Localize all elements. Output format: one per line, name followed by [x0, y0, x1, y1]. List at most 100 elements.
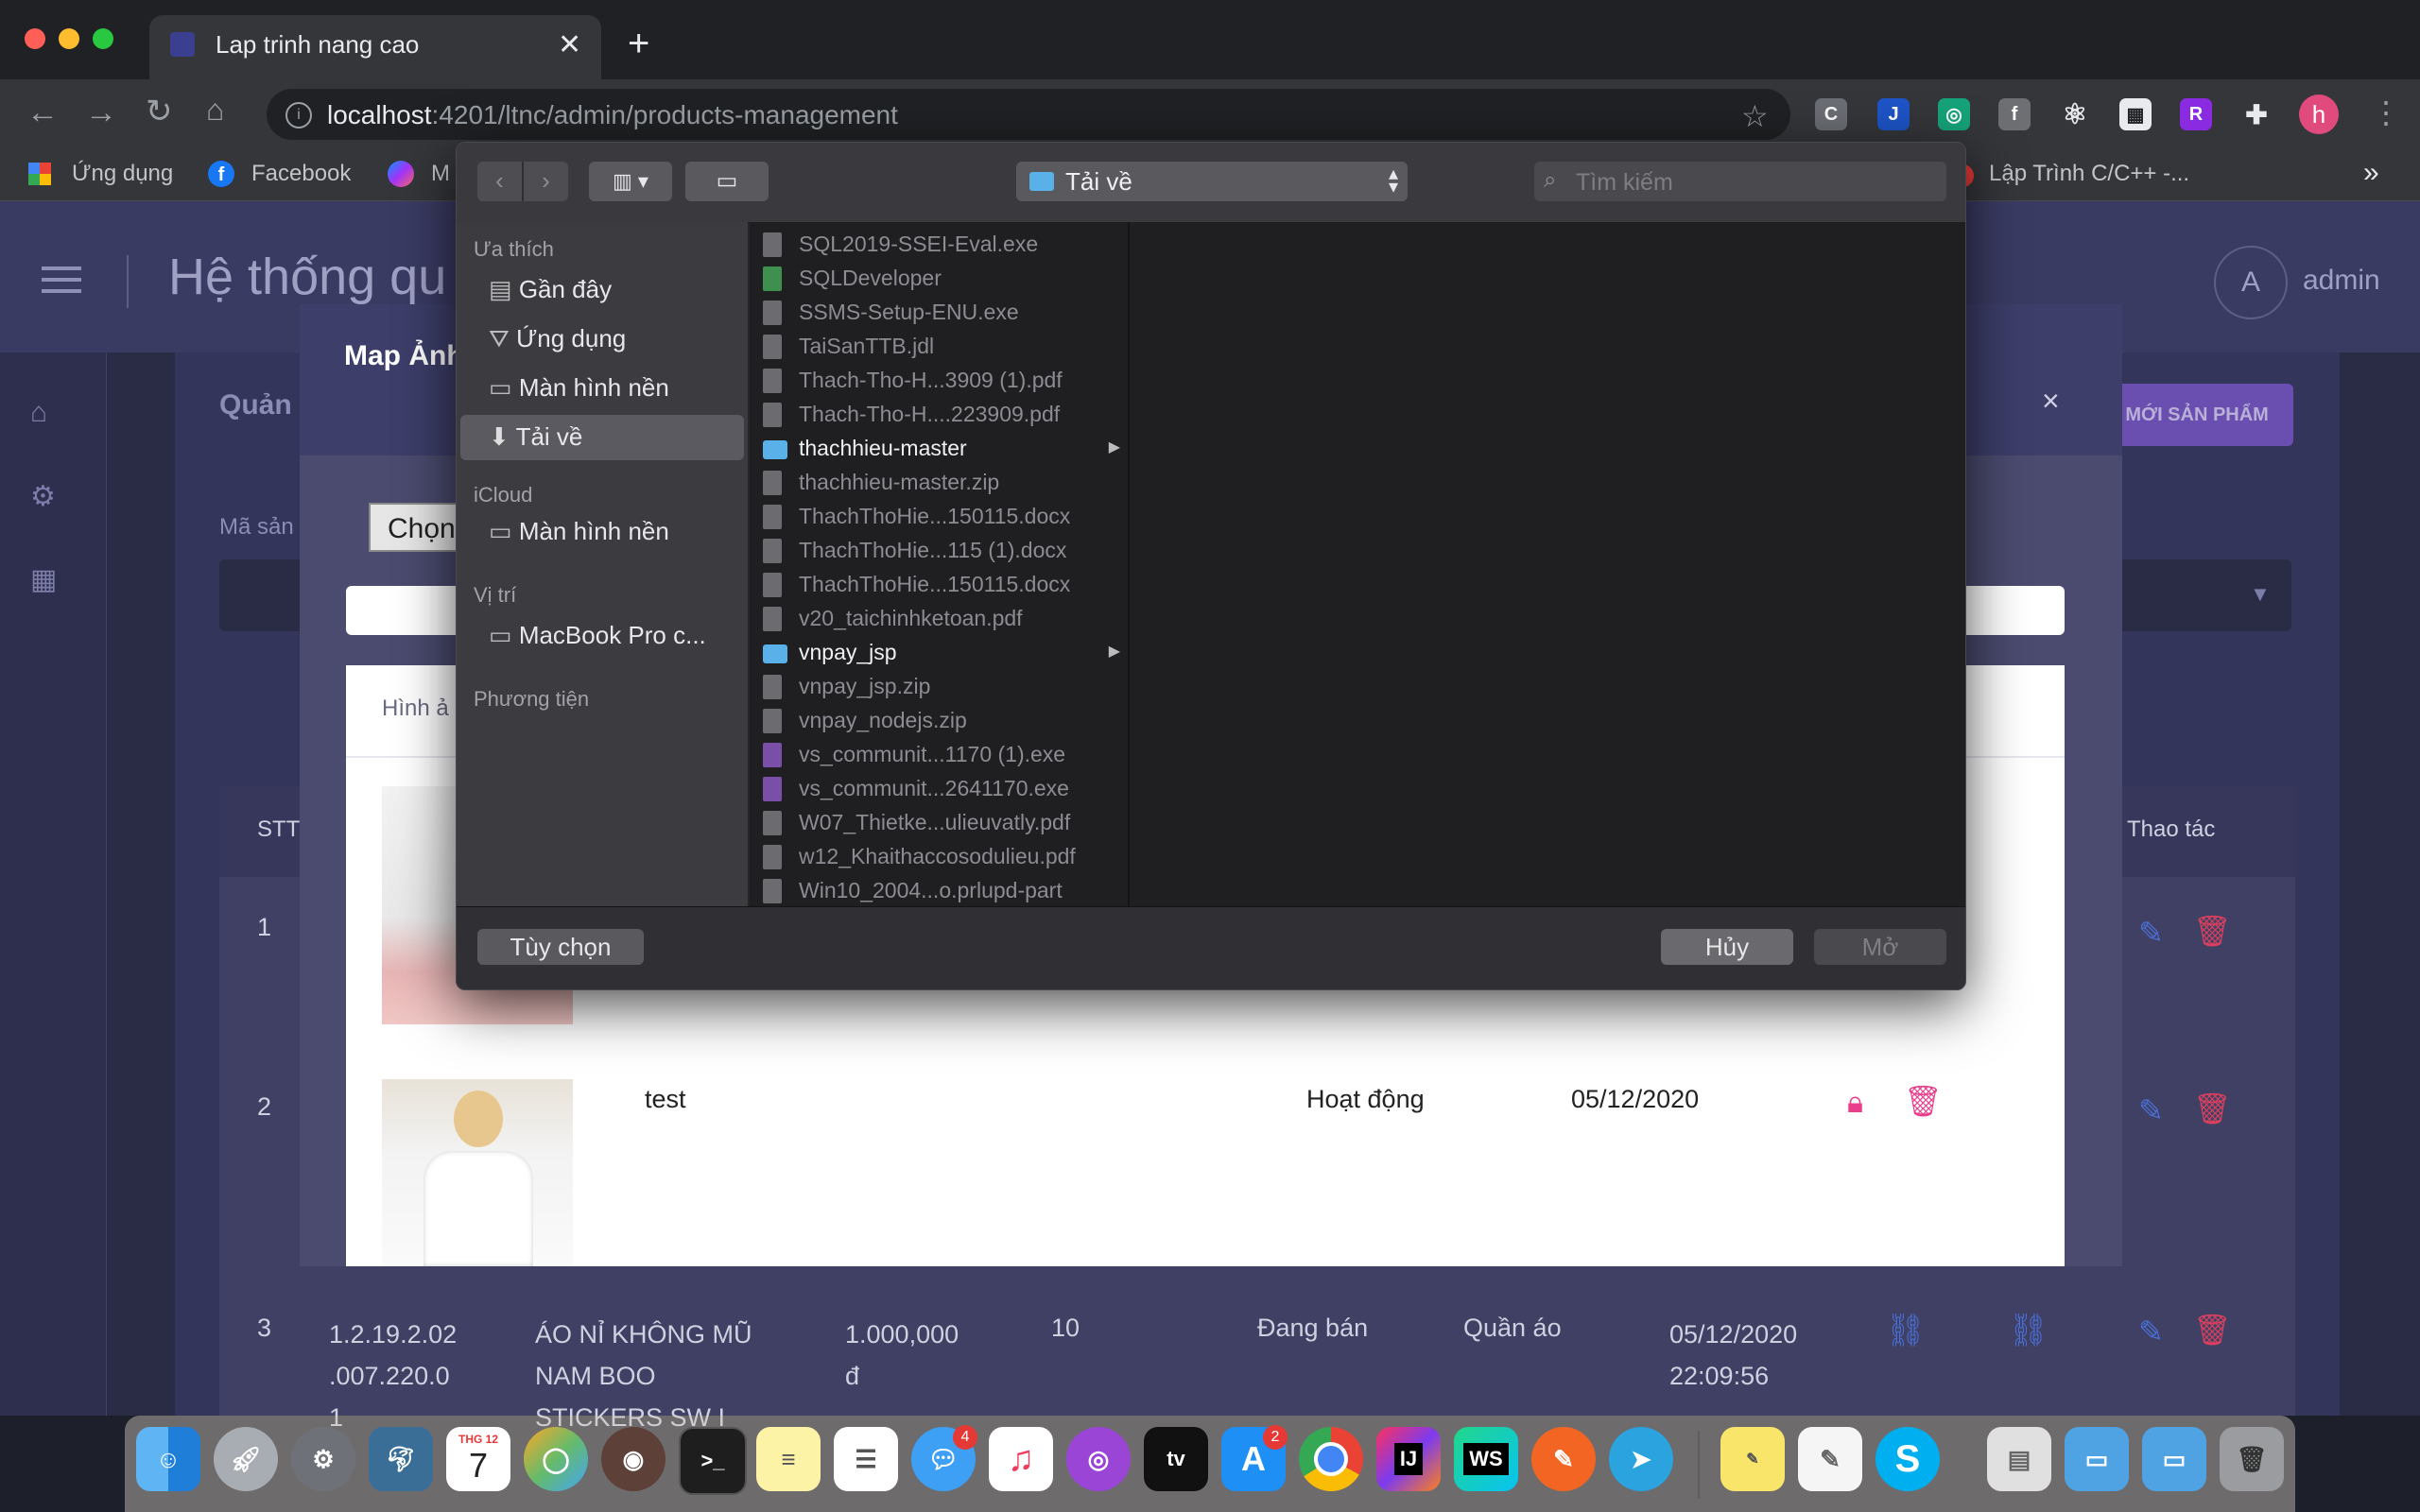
downloads-stack-icon[interactable]: ▭: [2142, 1427, 2206, 1491]
trash-icon[interactable]: 🗑: [2220, 1427, 2284, 1491]
folder-stack-icon[interactable]: ▭: [2065, 1427, 2129, 1491]
delete-icon[interactable]: 🗑: [2193, 1312, 2232, 1348]
close-tab-icon[interactable]: ✕: [558, 28, 581, 61]
sidebar-item-recents[interactable]: ▤ Gần đây: [489, 275, 612, 304]
file-item[interactable]: ThachThoHie...150115.docx: [750, 568, 1128, 602]
edit-icon[interactable]: ✎: [2138, 915, 2164, 951]
edit-icon[interactable]: ✎: [2138, 1314, 2164, 1349]
open-button[interactable]: Mở: [1814, 929, 1946, 965]
back-icon[interactable]: ←: [26, 94, 59, 131]
home-nav-icon[interactable]: ⌂: [30, 397, 47, 429]
terminal-icon[interactable]: >_: [679, 1427, 747, 1495]
file-item[interactable]: W07_Thietke...ulieuvatly.pdf: [750, 806, 1128, 840]
file-item[interactable]: SQL2019-SSEI-Eval.exe: [750, 228, 1128, 262]
search-field[interactable]: ⌕ Tìm kiếm: [1534, 162, 1946, 201]
file-item[interactable]: Thach-Tho-H....223909.pdf: [750, 398, 1128, 432]
folder-item[interactable]: thachhieu-master ▶: [750, 432, 1128, 466]
postman-icon[interactable]: ✎: [1531, 1427, 1596, 1491]
options-button[interactable]: Tùy chọn: [477, 929, 644, 965]
extension-icon[interactable]: ◎: [1938, 98, 1970, 130]
file-item[interactable]: thachhieu-master.zip: [750, 466, 1128, 500]
link-icon[interactable]: ⛓: [2008, 1312, 2048, 1349]
chrome-icon[interactable]: [1299, 1427, 1363, 1491]
file-item[interactable]: vnpay_nodejs.zip: [750, 704, 1128, 738]
intellij-icon[interactable]: IJ: [1376, 1427, 1441, 1491]
calendar-icon[interactable]: THG 12 7: [446, 1427, 510, 1491]
lock-icon[interactable]: 🔒︎: [1847, 1085, 1863, 1121]
bookmark-messenger[interactable]: M: [431, 161, 450, 187]
location-popup[interactable]: Tải về ▴ ▾: [1016, 162, 1408, 201]
site-info-icon[interactable]: i: [285, 102, 312, 129]
view-mode-columns-icon[interactable]: ▥ ▾: [589, 162, 672, 201]
notes-icon[interactable]: ≡: [756, 1427, 821, 1491]
extension-icon[interactable]: C: [1815, 98, 1847, 130]
profile-avatar[interactable]: h: [2299, 94, 2339, 134]
sidebar-item-desktop[interactable]: ▭ Màn hình nền: [489, 373, 669, 403]
sidebar-item-icloud-desktop[interactable]: ▭ Màn hình nền: [489, 517, 669, 546]
delete-icon[interactable]: 🗑: [2193, 913, 2232, 949]
finder-icon[interactable]: ☺: [136, 1427, 200, 1491]
more-bookmarks-icon[interactable]: »: [2363, 157, 2379, 189]
minimize-window-button[interactable]: [59, 28, 79, 49]
bookmark-star-icon[interactable]: ☆: [1741, 98, 1769, 134]
sidebar-item-macbook[interactable]: ▭ MacBook Pro c...: [489, 621, 706, 650]
file-item[interactable]: vs_communit...2641170.exe: [750, 772, 1128, 806]
skype-icon[interactable]: S: [1876, 1427, 1940, 1491]
mysql-workbench-icon[interactable]: 🐬︎: [369, 1427, 433, 1491]
browser-menu-icon[interactable]: ⋮: [2371, 94, 2401, 130]
apple-tv-icon[interactable]: tv: [1144, 1427, 1208, 1491]
stickies-icon[interactable]: ✎: [1720, 1427, 1785, 1491]
close-window-button[interactable]: [25, 28, 45, 49]
bookmark-facebook[interactable]: Facebook: [251, 161, 351, 187]
webstorm-icon[interactable]: WS: [1454, 1427, 1518, 1491]
file-item[interactable]: SSMS-Setup-ENU.exe: [750, 296, 1128, 330]
tableplus-icon[interactable]: ◉: [601, 1427, 666, 1491]
telegram-icon[interactable]: ➤: [1609, 1427, 1673, 1491]
document-stack-icon[interactable]: ▤: [1987, 1427, 2051, 1491]
file-item[interactable]: Thach-Tho-H...3909 (1).pdf: [750, 364, 1128, 398]
react-devtools-icon[interactable]: ⚛: [2059, 98, 2091, 130]
file-item[interactable]: ThachThoHie...150115.docx: [750, 500, 1128, 534]
menu-icon[interactable]: [42, 266, 81, 270]
extensions-puzzle-icon[interactable]: ✚: [2240, 98, 2273, 130]
new-tab-icon[interactable]: +: [628, 23, 649, 65]
zoom-window-button[interactable]: [93, 28, 113, 49]
file-item[interactable]: vnpay_jsp.zip: [750, 670, 1128, 704]
file-item[interactable]: v20_taichinhketoan.pdf: [750, 602, 1128, 636]
qr-code-icon[interactable]: ▦: [2119, 98, 2152, 130]
file-item[interactable]: vs_communit...1170 (1).exe: [750, 738, 1128, 772]
forward-icon[interactable]: →: [85, 94, 117, 131]
system-preferences-icon[interactable]: ⚙: [291, 1427, 355, 1491]
user-avatar[interactable]: A: [2214, 246, 2288, 319]
forward-nav-icon[interactable]: ›: [524, 162, 568, 201]
bookmark-apps[interactable]: Ứng dụng: [72, 161, 173, 187]
reload-icon[interactable]: ↻: [146, 93, 173, 130]
extension-icon[interactable]: R: [2180, 98, 2212, 130]
podcasts-icon[interactable]: ◎: [1066, 1427, 1131, 1491]
user-name[interactable]: admin: [2303, 265, 2380, 297]
back-nav-icon[interactable]: ‹: [477, 162, 522, 201]
file-item[interactable]: TaiSanTTB.jdl: [750, 330, 1128, 364]
reminders-icon[interactable]: ☰: [834, 1427, 898, 1491]
sidebar-item-applications[interactable]: ⛛ Ứng dụng: [489, 324, 626, 354]
folder-item[interactable]: vnpay_jsp ▶: [750, 636, 1128, 670]
cancel-button[interactable]: Hủy: [1661, 929, 1793, 965]
facebook-extension-icon[interactable]: f: [1998, 98, 2031, 130]
modal-close-icon[interactable]: ×: [2042, 384, 2060, 419]
bookmark-cpp[interactable]: Lập Trình C/C++ -...: [1989, 161, 2189, 187]
extension-icon[interactable]: J: [1877, 98, 1910, 130]
file-item[interactable]: w12_Khaithaccosodulieu.pdf: [750, 840, 1128, 874]
delete-icon[interactable]: 🗑: [1904, 1083, 1943, 1119]
edit-icon[interactable]: ✎: [2138, 1092, 2164, 1128]
textedit-icon[interactable]: ✎: [1798, 1427, 1862, 1491]
grid-nav-icon[interactable]: ▦: [30, 563, 57, 596]
file-item[interactable]: ThachThoHie...115 (1).docx: [750, 534, 1128, 568]
launchpad-icon[interactable]: 🚀︎: [214, 1427, 278, 1491]
file-item[interactable]: Win10_2004...o.prlupd-part: [750, 874, 1128, 908]
settings-nav-icon[interactable]: ⚙: [30, 480, 56, 513]
file-item[interactable]: SQLDeveloper: [750, 262, 1128, 296]
sidebar-item-downloads[interactable]: ⬇ Tải về: [489, 422, 582, 452]
anaconda-icon[interactable]: ◯: [524, 1427, 588, 1491]
music-icon[interactable]: ♫: [989, 1427, 1053, 1491]
home-icon[interactable]: ⌂: [206, 93, 224, 128]
